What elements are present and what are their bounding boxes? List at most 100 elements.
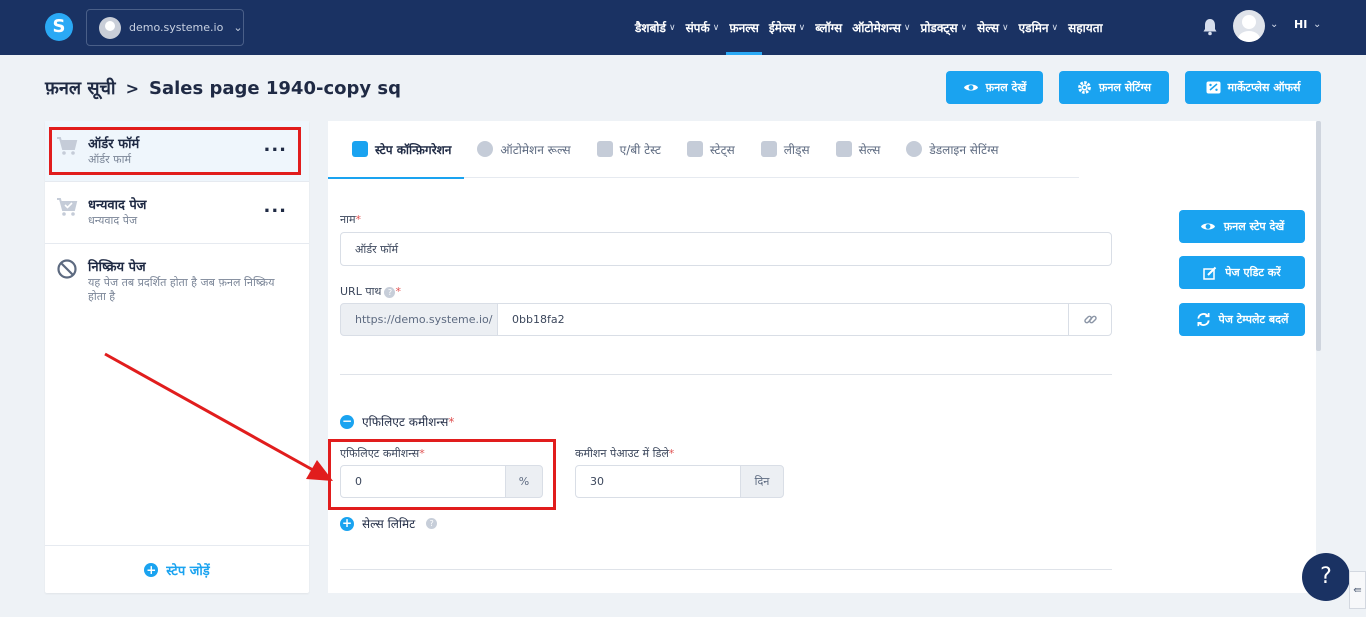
chevron-down-icon: ∨ [668, 22, 676, 33]
tab-label: लीड्स [783, 142, 810, 157]
tab-1[interactable]: ऑटोमेशन रूल्स [464, 121, 583, 178]
nav-item-label: प्रोडक्ट्स [920, 21, 958, 35]
view-funnel-step-label: फ़नल स्टेप देखें [1223, 220, 1285, 233]
view-funnel-label: फ़नल देखें [985, 81, 1027, 94]
more-options-icon[interactable]: ... [263, 196, 287, 217]
change-page-template-button[interactable]: पेज टेम्पलेट बदलें [1179, 303, 1305, 336]
systeme-logo[interactable]: S [45, 13, 73, 41]
nav-item-label: सेल्स [977, 21, 999, 35]
sales-limit-toggle[interactable]: + सेल्स लिमिट ? [340, 515, 438, 532]
tab-6[interactable]: डेडलाइन सेटिंग्स [893, 121, 1011, 178]
tab-2[interactable]: ए/बी टेस्ट [584, 121, 674, 178]
tab-5[interactable]: सेल्स [823, 121, 894, 178]
name-input[interactable]: ऑर्डर फॉर्म [340, 232, 1112, 266]
divider [340, 374, 1112, 375]
funnel-settings-button[interactable]: फ़नल सेटिंग्स [1059, 71, 1169, 104]
view-funnel-step-button[interactable]: फ़नल स्टेप देखें [1179, 210, 1305, 243]
chart-icon [686, 141, 703, 157]
chevron-down-icon: ∨ [1001, 22, 1009, 33]
users-icon [760, 141, 777, 157]
offer-tag-icon [1206, 81, 1221, 94]
funnel-steps-panel: ऑर्डर फॉर्म ऑर्डर फार्म ... धन्यवाद पेज … [45, 121, 309, 593]
tab-3[interactable]: स्टेट्स [674, 121, 748, 178]
step-title: धन्यवाद पेज [88, 198, 147, 213]
chevron-down-icon: ∨ [798, 22, 806, 33]
add-step-button[interactable]: + स्टेप जोड़ें [45, 545, 309, 593]
tab-label: सेल्स [858, 142, 881, 157]
chevron-down-icon: ∨ [960, 22, 968, 33]
add-step-label: स्टेप जोड़ें [166, 563, 210, 579]
url-path-input[interactable]: 0bb18fa2 [497, 303, 1069, 336]
view-funnel-button[interactable]: फ़नल देखें [946, 71, 1043, 104]
tab-0[interactable]: स्टेप कॉन्फ़िगरेशन [328, 121, 465, 179]
breadcrumb-funnel-list[interactable]: फ़नल सूची [45, 76, 116, 100]
help-chat-button[interactable]: ? [1302, 553, 1350, 601]
tab-4[interactable]: लीड्स [748, 121, 823, 178]
plus-icon: + [340, 515, 354, 531]
step-tabs: स्टेप कॉन्फ़िगरेशन ऑटोमेशन रूल्स ए/बी टेस्… [328, 121, 1079, 179]
plus-icon: + [144, 562, 159, 577]
nav-item-label: ब्लॉग्स [815, 21, 843, 35]
breadcrumb: फ़नल सूची > Sales page 1940-copy sq [45, 76, 401, 100]
workspace-label: demo.systeme.io [129, 21, 224, 34]
change-page-template-label: पेज टेम्पलेट बदलें [1218, 313, 1289, 326]
nav-item-5[interactable]: ऑटोमेशन्स ∨ [847, 0, 915, 55]
marketplace-offers-label: मार्केटप्लेस ऑफर्स [1227, 81, 1301, 94]
nav-item-6[interactable]: प्रोडक्ट्स ∨ [916, 0, 973, 55]
nav-item-label: डैशबोर्ड [635, 21, 666, 35]
nav-item-7[interactable]: सेल्स ∨ [972, 0, 1013, 55]
divider [340, 569, 1112, 570]
chevron-down-icon: ⌄ [233, 21, 243, 34]
main-nav: डैशबोर्ड ∨ संपर्क ∨ फ़नल्स ईमेल्स ∨ ब्लॉग्स ऑटोम… [630, 0, 1108, 55]
nav-item-0[interactable]: डैशबोर्ड ∨ [630, 0, 681, 55]
cart-check-icon [57, 198, 78, 216]
minus-icon: − [340, 413, 354, 429]
gear-icon [1078, 81, 1091, 94]
bell-icon[interactable] [1202, 18, 1218, 36]
side-widget-tab[interactable]: ⇚ [1349, 571, 1366, 609]
breadcrumb-separator: > [125, 78, 140, 98]
nav-item-label: एडमिन [1018, 21, 1049, 35]
funnel-step-inactive[interactable]: निष्क्रिय पेज यह पेज तब प्रदर्शित होता ह… [45, 244, 309, 324]
help-icon[interactable]: ? [384, 286, 396, 298]
nav-item-3[interactable]: ईमेल्स ∨ [764, 0, 810, 55]
help-icon[interactable]: ? [426, 518, 438, 529]
url-path-label: URL पाथ? * [340, 285, 401, 298]
page-title: Sales page 1940-copy sq [149, 77, 401, 99]
tab-label: ए/बी टेस्ट [619, 142, 661, 157]
nav-item-9[interactable]: सहायता [1063, 0, 1108, 55]
chevron-down-icon: ∨ [712, 22, 720, 33]
days-unit: दिन [740, 465, 784, 498]
affiliate-section-label: एफिलिएट कमीशन्स [362, 415, 449, 429]
step-subtitle: यह पेज तब प्रदर्शित होता है जब फ़नल निष्… [88, 276, 275, 303]
nav-item-2[interactable]: फ़नल्स [724, 0, 764, 55]
refresh-icon [1196, 312, 1210, 327]
annotation-highlight-order-form [49, 127, 301, 175]
edit-icon [1203, 266, 1217, 280]
funnel-step-thank-you[interactable]: धन्यवाद पेज धन्यवाद पेज ... [45, 182, 309, 244]
bolt-icon [477, 141, 494, 157]
affiliate-section-toggle[interactable]: − एफिलिएट कमीशन्स* [340, 413, 454, 430]
nav-item-label: ऑटोमेशन्स [852, 21, 901, 35]
scrollbar[interactable] [1316, 121, 1321, 351]
clock-icon [906, 141, 923, 157]
tab-label: डेडलाइन सेटिंग्स [929, 142, 999, 157]
language-selector[interactable]: HI [1294, 18, 1307, 31]
payout-delay-input[interactable]: 30 [575, 465, 741, 498]
nav-item-8[interactable]: एडमिन ∨ [1014, 0, 1064, 55]
edit-page-button[interactable]: पेज एडिट करें [1179, 256, 1305, 289]
marketplace-offers-button[interactable]: मार्केटप्लेस ऑफर्स [1185, 71, 1321, 104]
link-icon [1083, 315, 1097, 324]
annotation-highlight-affiliate-commission [328, 439, 556, 510]
funnel-settings-label: फ़नल सेटिंग्स [1098, 81, 1152, 94]
copy-link-button[interactable] [1068, 303, 1112, 336]
step-title: निष्क्रिय पेज [88, 260, 146, 275]
chevron-down-icon: ∨ [1051, 22, 1059, 33]
chevron-down-icon[interactable]: ⌄ [1313, 19, 1321, 30]
workspace-selector[interactable]: demo.systeme.io ⌄ [86, 9, 244, 46]
chevron-down-icon[interactable]: ⌄ [1270, 19, 1278, 30]
nav-item-1[interactable]: संपर्क ∨ [681, 0, 725, 55]
nav-item-label: सहायता [1068, 21, 1103, 35]
nav-item-4[interactable]: ब्लॉग्स [810, 0, 847, 55]
user-avatar[interactable] [1233, 10, 1265, 42]
